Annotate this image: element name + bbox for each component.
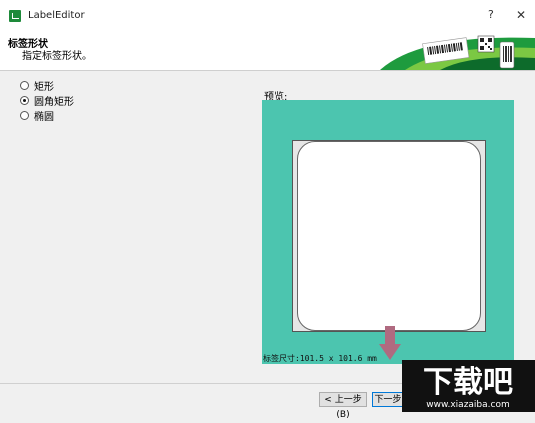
site-watermark: 下载吧 www.xiazaiba.com bbox=[402, 360, 535, 412]
option-rounded-rectangle[interactable]: 圆角矩形 bbox=[20, 93, 74, 108]
watermark-url: www.xiazaiba.com bbox=[426, 400, 510, 410]
option-label: 椭圆 bbox=[34, 111, 54, 123]
radio-button[interactable] bbox=[20, 110, 29, 120]
watermark-brand: 下载吧 bbox=[423, 365, 513, 400]
next-button[interactable]: 下一步 bbox=[372, 392, 404, 407]
window-title: LabelEditor bbox=[28, 10, 85, 21]
preview-area: 标签尺寸:101.5 x 101.6 mm bbox=[262, 100, 514, 364]
shape-options: 矩形 圆角矩形 椭圆 bbox=[20, 78, 74, 123]
option-ellipse[interactable]: 椭圆 bbox=[20, 108, 74, 123]
help-icon[interactable]: ? bbox=[488, 8, 494, 21]
radio-button[interactable] bbox=[20, 80, 29, 90]
title-bar: LabelEditor ? ✕ bbox=[0, 0, 535, 34]
header-banner-image bbox=[360, 34, 535, 70]
page-subtitle: 指定标签形状。 bbox=[22, 51, 92, 62]
option-label: 圆角矩形 bbox=[34, 96, 74, 108]
app-icon bbox=[9, 10, 21, 22]
down-arrow-icon bbox=[379, 326, 401, 360]
close-icon[interactable]: ✕ bbox=[516, 8, 526, 22]
label-size-text: 标签尺寸:101.5 x 101.6 mm bbox=[263, 354, 377, 363]
radio-button-selected[interactable] bbox=[20, 95, 29, 105]
label-preview-shape bbox=[297, 141, 481, 331]
back-button[interactable]: < 上一步(B) bbox=[319, 392, 367, 420]
option-label: 矩形 bbox=[34, 81, 54, 93]
option-rectangle[interactable]: 矩形 bbox=[20, 78, 74, 93]
label-preview-outline bbox=[292, 140, 486, 332]
